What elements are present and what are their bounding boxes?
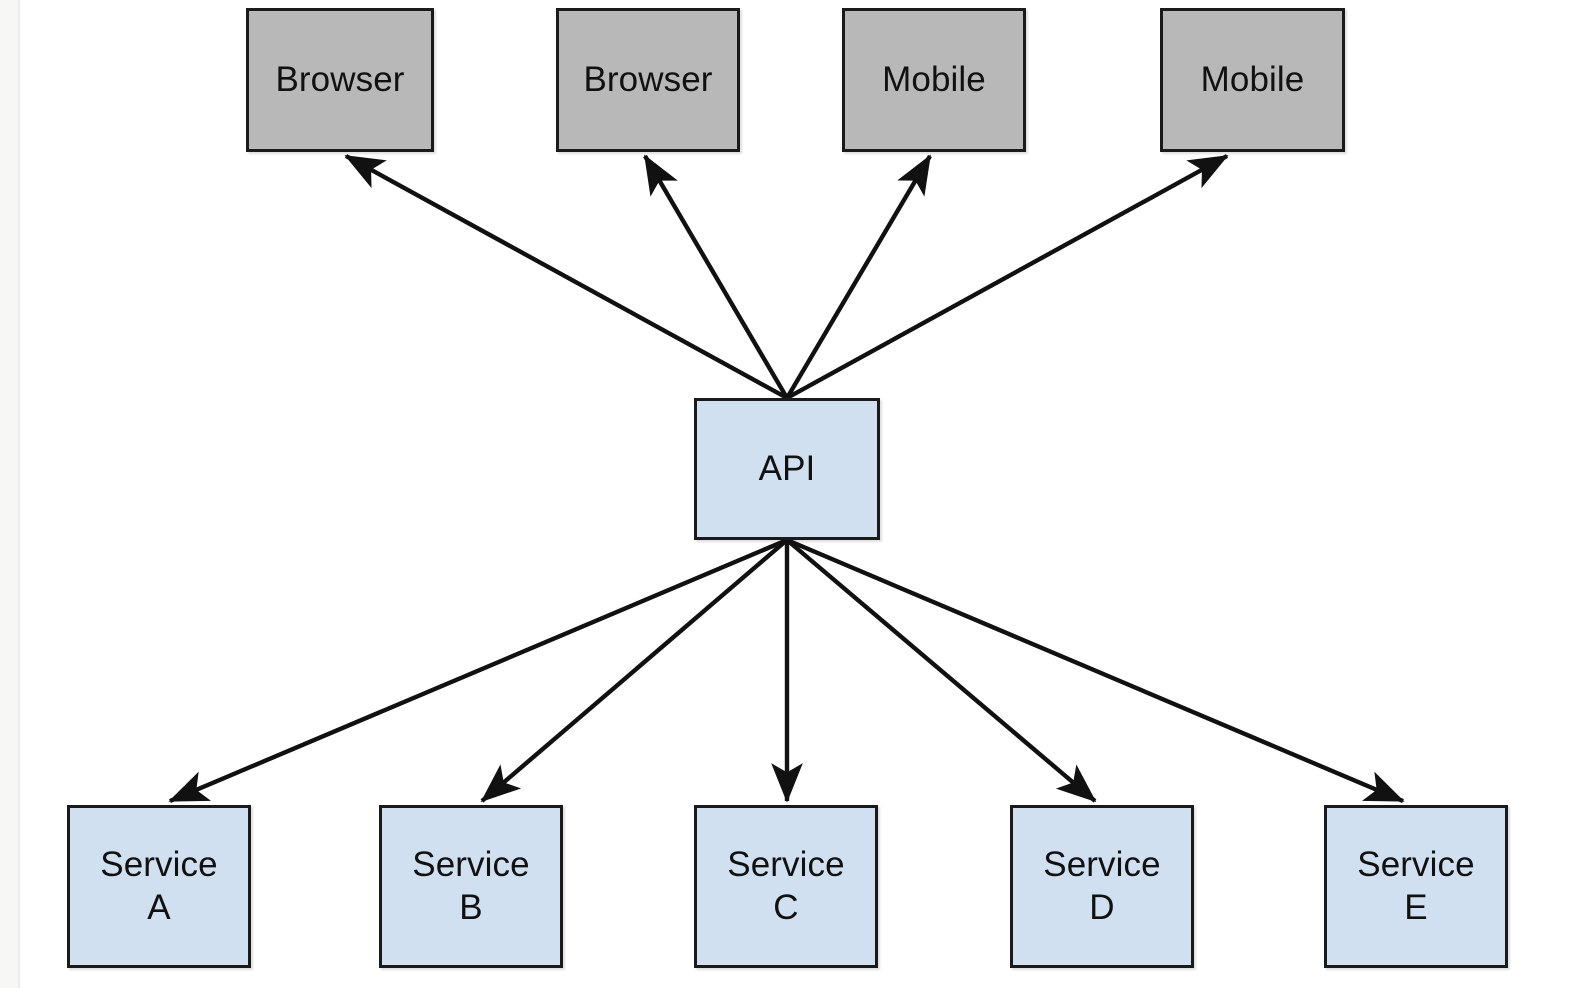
edge-api-to-service-a	[168, 537, 788, 804]
service-node-service-d[interactable]: Service D	[1010, 805, 1194, 968]
edge-api-to-mobile-1	[785, 154, 932, 400]
edge-api-to-service-e	[786, 537, 1405, 804]
service-node-service-a[interactable]: Service A	[67, 805, 251, 968]
service-b-label: Service B	[412, 844, 530, 927]
service-c-label: Service C	[727, 844, 845, 927]
edge-api-to-browser-2	[643, 154, 789, 400]
client-node-mobile-1[interactable]: Mobile	[842, 8, 1026, 152]
service-node-service-b[interactable]: Service B	[379, 805, 563, 968]
mobile-2-label: Mobile	[1200, 59, 1305, 99]
api-label: API	[758, 448, 816, 488]
edge-api-to-service-d	[785, 538, 1097, 803]
service-a-label: Service A	[100, 844, 218, 927]
browser-2-label: Browser	[583, 59, 713, 99]
diagram-canvas: Browser Browser Mobile Mobile API Service A Se…	[0, 0, 1596, 988]
service-d-label: Service D	[1043, 844, 1161, 927]
edge-api-to-mobile-2	[785, 154, 1229, 400]
edge-api-to-service-b	[480, 538, 789, 803]
service-e-label: Service E	[1357, 844, 1475, 927]
api-node-api[interactable]: API	[694, 398, 880, 540]
client-node-browser-1[interactable]: Browser	[246, 8, 434, 152]
edge-api-to-browser-1	[344, 154, 789, 400]
client-node-browser-2[interactable]: Browser	[556, 8, 740, 152]
browser-1-label: Browser	[275, 59, 405, 99]
service-node-service-c[interactable]: Service C	[694, 805, 878, 968]
client-node-mobile-2[interactable]: Mobile	[1160, 8, 1345, 152]
service-node-service-e[interactable]: Service E	[1324, 805, 1508, 968]
mobile-1-label: Mobile	[882, 59, 986, 99]
